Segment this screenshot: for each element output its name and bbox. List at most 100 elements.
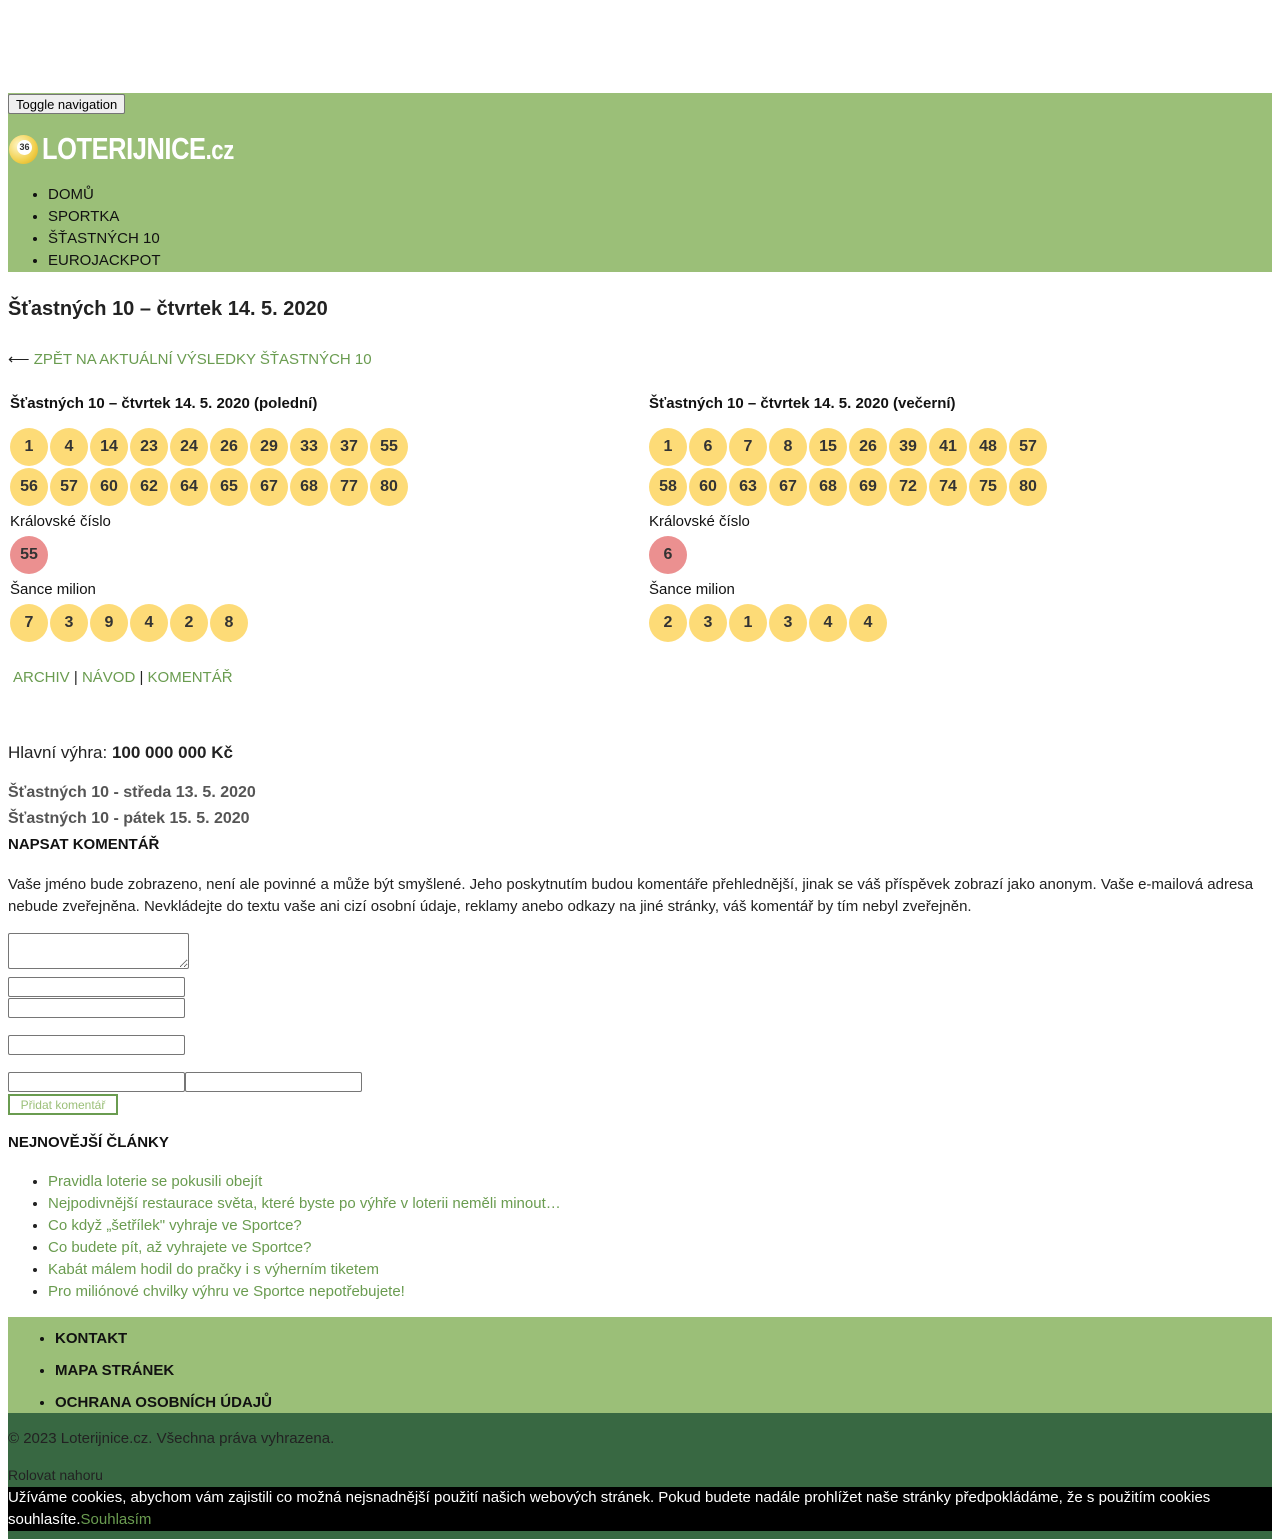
page-title: Šťastných 10 – čtvrtek 14. 5. 2020 [8,298,328,320]
latest-articles-title: NEJNOVĚJŠÍ ČLÁNKY [8,1134,169,1151]
comment-form-title: NAPSAT KOMENTÁŘ [8,836,160,853]
main-nav: DOMŮ SPORTKA ŠŤASTNÝCH 10 EUROJACKPOT [8,184,161,272]
scroll-to-top-link[interactable]: Rolovat nahoru [8,1467,103,1483]
royal-number-label: Královské číslo [649,513,750,530]
cookie-agree-link[interactable]: Souhlasím [81,1511,152,1528]
number-ball: 3 [689,604,727,642]
add-comment-button[interactable]: Přidat komentář [8,1094,118,1115]
list-item[interactable]: Pravidla loterie se pokusili obejít [48,1171,561,1193]
number-ball: 33 [290,428,328,466]
list-item[interactable]: Co budete pít, až vyhrajete ve Sportce? [48,1237,561,1259]
number-ball: 1 [649,428,687,466]
cookie-banner: Užíváme cookies, abychom vám zajistili c… [8,1487,1272,1531]
draw-midday: Šťastných 10 – čtvrtek 14. 5. 2020 (pole… [8,395,628,643]
number-ball: 80 [1009,468,1047,506]
sub-links: ARCHIV | NÁVOD | KOMENTÁŘ [13,669,233,686]
nav-item-home[interactable]: DOMŮ [48,184,161,206]
chance-million-numbers: 739428 [9,603,429,643]
number-ball: 26 [849,428,887,466]
number-ball: 24 [170,428,208,466]
ball-royal: 55 [10,536,48,574]
number-ball: 9 [90,604,128,642]
extra-field-2[interactable] [185,1072,362,1092]
jackpot-value: 100 000 000 Kč [111,743,233,762]
number-ball: 29 [250,428,288,466]
draw-pagination: Šťastných 10 - středa 13. 5. 2020 Šťastn… [8,780,256,832]
list-item[interactable]: Nejpodivnější restaurace světa, které by… [48,1193,561,1215]
number-ball: 3 [50,604,88,642]
number-ball: 4 [809,604,847,642]
comment-link[interactable]: KOMENTÁŘ [148,669,233,686]
number-ball: 77 [330,468,368,506]
number-ball: 67 [769,468,807,506]
royal-number: 6 [648,535,1068,575]
number-ball: 62 [130,468,168,506]
footer-link-contact[interactable]: KONTAKT [55,1323,1272,1355]
draw-evening: Šťastných 10 – čtvrtek 14. 5. 2020 (veče… [647,395,1267,643]
list-item[interactable]: Co když „šetřílek" vyhraje ve Sportce? [48,1215,561,1237]
guide-link[interactable]: NÁVOD [82,669,135,686]
number-ball: 68 [809,468,847,506]
footer-nav: KONTAKT MAPA STRÁNEK OCHRANA OSOBNÍCH ÚD… [8,1317,1272,1413]
number-ball: 2 [170,604,208,642]
nav-item-sportka[interactable]: SPORTKA [48,206,161,228]
nav-item-eurojackpot[interactable]: EUROJACKPOT [48,250,161,272]
number-ball: 58 [649,468,687,506]
archive-link[interactable]: ARCHIV [13,669,70,686]
copyright: © 2023 Loterijnice.cz. Všechna práva vyh… [8,1430,335,1447]
site-logo[interactable]: 36 LOTERIJNICE.cz [9,131,276,167]
toggle-navigation-button[interactable]: Toggle navigation [8,94,126,114]
number-ball: 41 [929,428,967,466]
comment-form-note: Vaše jméno bude zobrazeno, není ale povi… [8,876,1254,915]
list-item[interactable]: Kabát málem hodil do pračky i s výherním… [48,1259,561,1281]
name-field[interactable] [8,977,185,997]
number-ball: 26 [210,428,248,466]
nav-item-stastnych10[interactable]: ŠŤASTNÝCH 10 [48,228,161,250]
latest-articles-list: Pravidla loterie se pokusili obejít Nejp… [8,1171,561,1303]
number-ball: 55 [370,428,408,466]
logo-text: LOTERIJNICE.cz [42,131,234,166]
draw-title: Šťastných 10 – čtvrtek 14. 5. 2020 (pole… [10,395,318,412]
number-ball: 6 [689,428,727,466]
drawn-numbers: 1 6 7 8 15 26 39 41 48 57 58 60 63 67 68 69 72 74 75 80 [648,427,1068,507]
lottery-ball-icon: 36 [9,134,38,164]
number-ball: 57 [1009,428,1047,466]
extra-field-1[interactable] [8,1072,185,1092]
number-ball: 63 [729,468,767,506]
number-ball: 1 [10,428,48,466]
number-ball: 75 [969,468,1007,506]
next-draw-link[interactable]: Šťastných 10 - pátek 15. 5. 2020 [8,806,256,832]
number-ball: 48 [969,428,1007,466]
number-ball: 64 [170,468,208,506]
number-ball: 4 [50,428,88,466]
number-ball: 57 [50,468,88,506]
back-to-results-link[interactable]: ZPĚT NA AKTUÁLNÍ VÝSLEDKY ŠŤASTNÝCH 10 [34,351,372,368]
back-row: ⟵ ZPĚT NA AKTUÁLNÍ VÝSLEDKY ŠŤASTNÝCH 10 [8,350,372,368]
number-ball: 37 [330,428,368,466]
number-ball: 4 [130,604,168,642]
number-ball: 68 [290,468,328,506]
number-ball: 60 [689,468,727,506]
comment-textarea[interactable] [8,933,189,969]
footer-link-sitemap[interactable]: MAPA STRÁNEK [55,1355,1272,1387]
number-ball: 15 [809,428,847,466]
number-ball: 39 [889,428,927,466]
number-ball: 69 [849,468,887,506]
list-item[interactable]: Pro miliónové chvilky výhru ve Sportce n… [48,1281,561,1303]
number-ball: 74 [929,468,967,506]
draw-title: Šťastných 10 – čtvrtek 14. 5. 2020 (veče… [649,395,956,412]
number-ball: 67 [250,468,288,506]
royal-number-label: Královské číslo [10,513,111,530]
email-field[interactable] [8,998,185,1018]
ball-royal: 6 [649,536,687,574]
jackpot-label: Hlavní výhra: [8,743,108,762]
number-ball: 2 [649,604,687,642]
number-ball: 23 [130,428,168,466]
antispam-field[interactable] [8,1035,185,1055]
number-ball: 8 [210,604,248,642]
cookie-text: Užíváme cookies, abychom vám zajistili c… [8,1489,1211,1528]
royal-number: 55 [9,535,429,575]
chance-million-numbers: 231344 [648,603,1068,643]
previous-draw-link[interactable]: Šťastných 10 - středa 13. 5. 2020 [8,780,256,806]
jackpot: Hlavní výhra: 100 000 000 Kč [8,743,233,763]
